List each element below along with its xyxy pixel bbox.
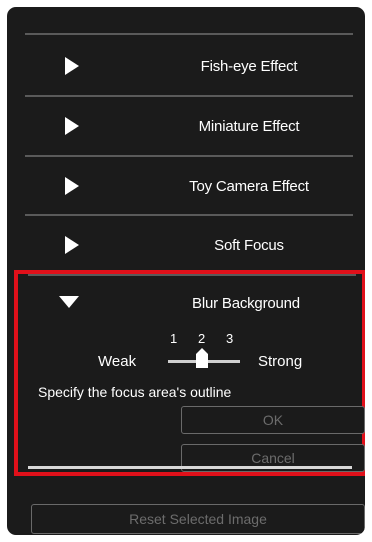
effect-row-miniature[interactable]: Miniature Effect xyxy=(25,97,353,155)
slider-tick-label: 3 xyxy=(226,331,234,346)
ok-button[interactable]: OK xyxy=(181,406,365,434)
focus-outline-instruction: Specify the focus area's outline xyxy=(38,384,232,400)
collapse-arrow-icon[interactable] xyxy=(59,296,79,308)
effect-row-soft-focus[interactable]: Soft Focus xyxy=(25,216,353,274)
effects-panel: Fish-eye Effect Miniature Effect Toy Cam… xyxy=(0,0,372,542)
effect-row-toy-camera[interactable]: Toy Camera Effect xyxy=(25,157,353,215)
slider-tick-label: 2 xyxy=(198,331,206,346)
expand-arrow-icon[interactable] xyxy=(65,57,79,75)
expand-arrow-icon[interactable] xyxy=(65,177,79,195)
reset-selected-image-button[interactable]: Reset Selected Image xyxy=(31,504,365,534)
slider-tick-label: 1 xyxy=(170,331,178,346)
effect-row-blur-background[interactable]: Blur Background xyxy=(18,274,362,332)
divider xyxy=(25,33,353,35)
effect-label: Miniature Effect xyxy=(198,117,300,135)
effect-row-fish-eye[interactable]: Fish-eye Effect xyxy=(25,37,353,95)
effect-label: Blur Background xyxy=(192,294,300,312)
effect-label: Toy Camera Effect xyxy=(189,177,309,195)
slider-min-label: Weak xyxy=(98,353,137,370)
blur-background-section: Blur Background Weak 1 2 3 Strong Specif… xyxy=(14,270,365,476)
slider-thumb[interactable] xyxy=(196,348,208,368)
expand-arrow-icon[interactable] xyxy=(65,236,79,254)
effect-label: Soft Focus xyxy=(214,236,284,254)
expand-arrow-icon[interactable] xyxy=(65,117,79,135)
section-divider xyxy=(28,466,352,469)
slider-max-label: Strong xyxy=(258,353,303,370)
effect-label: Fish-eye Effect xyxy=(200,57,298,75)
